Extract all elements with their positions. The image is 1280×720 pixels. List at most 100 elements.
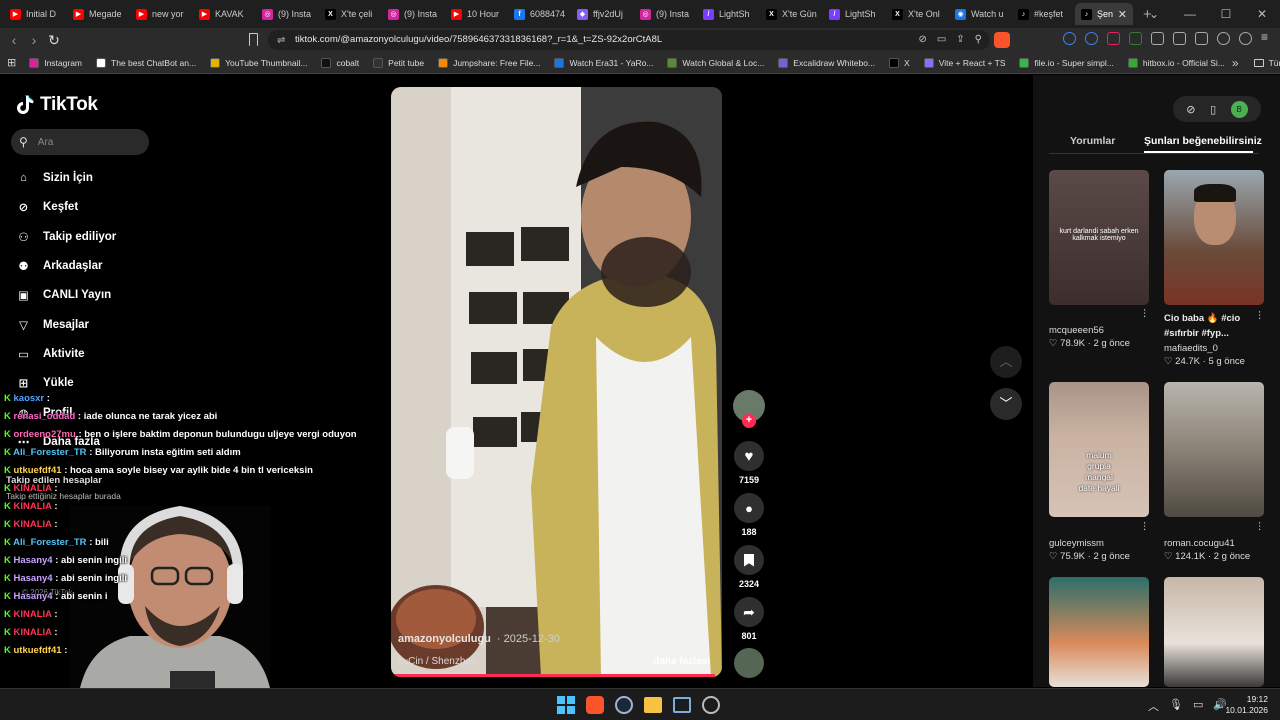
- sidebar-item-friends[interactable]: ⚉ Arkadaşlar: [15, 257, 102, 274]
- bookmark-item[interactable]: Watch Global & Loc...: [660, 57, 771, 68]
- bookmark-item[interactable]: Vite + React + TS: [917, 57, 1013, 68]
- bookmark-item[interactable]: Excalidraw Whitebo...: [771, 57, 882, 68]
- more-options-icon[interactable]: ⋮: [1140, 521, 1150, 532]
- browser-tab[interactable]: ▶ KAVAK: [193, 3, 256, 25]
- bookmark-item[interactable]: YouTube Thumbnail...: [203, 57, 314, 68]
- browser-tab[interactable]: ◆ ffjv2dUj: [571, 3, 634, 25]
- zoom-icon[interactable]: ⚲: [975, 30, 982, 50]
- browser-tab[interactable]: ◉ Watch u: [949, 3, 1012, 25]
- creator-avatar-button[interactable]: +: [733, 390, 765, 428]
- tiktok-logo[interactable]: TikTok: [16, 94, 98, 116]
- video-location[interactable]: CNÇin / Shenzhen: [398, 656, 477, 667]
- video-progress-bar[interactable]: [391, 674, 716, 677]
- save-button[interactable]: 2324: [733, 545, 765, 589]
- obs-icon[interactable]: [702, 696, 720, 714]
- bookmark-item[interactable]: The best ChatBot an...: [89, 57, 203, 68]
- profile-avatar[interactable]: B: [1230, 100, 1248, 118]
- minimize-button[interactable]: —: [1172, 7, 1208, 21]
- bookmark-item[interactable]: file.io - Super simpl...: [1012, 57, 1120, 68]
- browser-tab[interactable]: ♪ Şen ✕: [1075, 3, 1133, 25]
- share-icon[interactable]: ⇪: [956, 30, 964, 50]
- steam-icon[interactable]: [615, 696, 633, 714]
- browser-tab[interactable]: X X'te çeli: [319, 3, 382, 25]
- browser-tab[interactable]: ▶ 10 Hour: [445, 3, 508, 25]
- all-bookmarks-folder[interactable]: Tüm Yer İşaretleri: [1247, 58, 1280, 68]
- bookmark-item[interactable]: Jumpshare: Free File...: [431, 57, 547, 68]
- more-options-icon[interactable]: ⋮: [1255, 521, 1265, 532]
- address-bar[interactable]: ⇌ tiktok.com/@amazonyolculugu/video/7589…: [268, 30, 1010, 51]
- extension-icon[interactable]: [1129, 32, 1142, 45]
- bookmark-item[interactable]: hitbox.io - Official Si...: [1121, 57, 1232, 68]
- next-video-button[interactable]: ﹀: [990, 388, 1022, 420]
- suggestion-author[interactable]: roman.cocugu41: [1164, 538, 1235, 549]
- sidebar-item-compass[interactable]: ⊘ Keşfet: [15, 198, 78, 215]
- brave-shield-icon[interactable]: [994, 32, 1010, 48]
- back-button[interactable]: ‹: [4, 32, 24, 48]
- suggestion-thumbnail[interactable]: [1164, 577, 1264, 687]
- browser-tab[interactable]: f 6088474: [508, 3, 571, 25]
- browser-tab[interactable]: ◎ (9) Insta: [256, 3, 319, 25]
- suggestion-thumbnail[interactable]: [1164, 382, 1264, 517]
- suggestion-author[interactable]: gulceymissm: [1049, 538, 1104, 549]
- more-bookmarks-icon[interactable]: »: [1232, 56, 1239, 70]
- bookmark-item[interactable]: Watch Era31 - YaRo...: [547, 57, 660, 68]
- bookmark-item[interactable]: cobalt: [314, 57, 366, 68]
- sidebar-item-home[interactable]: ⌂ Sizin İçin: [15, 169, 93, 186]
- browser-tab[interactable]: ◎ (9) Insta: [634, 3, 697, 25]
- tab-comments[interactable]: Yorumlar: [1070, 135, 1115, 147]
- browser-tab[interactable]: X X'te Gün: [760, 3, 823, 25]
- media-icon[interactable]: [1217, 32, 1230, 45]
- menu-icon[interactable]: ≡: [1261, 31, 1274, 45]
- sidebar-item-messages[interactable]: ▽ Mesajlar: [15, 316, 89, 333]
- start-icon[interactable]: [557, 696, 575, 714]
- more-link[interactable]: daha fazlası: [653, 656, 710, 667]
- suggestion-title[interactable]: Cio baba 🔥 #cio #sıfırbir #fyp...: [1164, 311, 1254, 341]
- chevron-up-icon[interactable]: ︿: [1148, 698, 1159, 714]
- apps-grid-icon[interactable]: ⊞: [7, 56, 16, 69]
- browser-tab[interactable]: ♪ #keşfet: [1012, 3, 1075, 25]
- reload-button[interactable]: ↻: [44, 32, 64, 49]
- browser-tab[interactable]: ◎ (9) Insta: [382, 3, 445, 25]
- downloads-icon[interactable]: [1195, 32, 1208, 45]
- browser-tab[interactable]: ▶ new yor: [130, 3, 193, 25]
- browser-tab[interactable]: X X'te Onl: [886, 3, 949, 25]
- tab-suggestions[interactable]: Şunları beğenebilirsiniz: [1144, 135, 1262, 147]
- suggestion-thumbnail[interactable]: [1164, 170, 1264, 305]
- photos-icon[interactable]: [673, 697, 691, 713]
- bookmark-icon[interactable]: [249, 33, 258, 46]
- extensions-puzzle-icon[interactable]: [1151, 32, 1164, 45]
- brave-browser-icon[interactable]: [586, 696, 604, 714]
- bookmark-item[interactable]: Petit tube: [366, 57, 431, 68]
- suggestion-thumbnail[interactable]: [1049, 577, 1149, 687]
- video-author[interactable]: amazonyolculugu · 2025-12-30: [398, 633, 560, 645]
- share-button[interactable]: ➦ 801: [733, 597, 765, 641]
- network-icon[interactable]: ▭: [1193, 698, 1203, 714]
- suggestion-author[interactable]: mafiaedits_0: [1164, 343, 1218, 354]
- translate-icon[interactable]: ⊘: [918, 30, 926, 50]
- close-tab-icon[interactable]: ✕: [1118, 8, 1127, 21]
- sidebar-item-live[interactable]: ▣ CANLI Yayın: [15, 286, 111, 303]
- bookmark-item[interactable]: X: [882, 57, 917, 68]
- microphone-icon[interactable]: 🎙: [1169, 698, 1183, 714]
- search-input[interactable]: ⚲ Ara: [11, 129, 149, 155]
- more-options-icon[interactable]: ⋮: [1255, 310, 1265, 321]
- sidebar-item-following[interactable]: ⚇ Takip ediliyor: [15, 228, 116, 245]
- close-window-button[interactable]: ✕: [1244, 7, 1280, 21]
- browser-tab[interactable]: / LightSh: [697, 3, 760, 25]
- tab-search-icon[interactable]: ⌄: [1136, 7, 1172, 21]
- follow-plus-icon[interactable]: +: [742, 414, 756, 428]
- browser-tab[interactable]: / LightSh: [823, 3, 886, 25]
- file-explorer-icon[interactable]: [644, 697, 662, 713]
- maximize-button[interactable]: ☐: [1208, 7, 1244, 21]
- browser-tab[interactable]: ▶ Megade: [67, 3, 130, 25]
- taskbar-clock[interactable]: 19:12 10.01.2026: [1225, 694, 1268, 716]
- sidebar-item-upload[interactable]: ⊞ Yükle: [15, 374, 74, 391]
- video-author-name[interactable]: amazonyolculugu: [398, 633, 491, 645]
- phone-icon[interactable]: ▯: [1210, 103, 1216, 116]
- suggestion-author[interactable]: mcqueeen56: [1049, 325, 1104, 336]
- sound-disc-button[interactable]: [733, 648, 765, 678]
- extension-icon[interactable]: [1085, 32, 1098, 45]
- more-options-icon[interactable]: ⋮: [1140, 308, 1150, 319]
- site-info-icon[interactable]: ⇌: [277, 31, 285, 51]
- previous-video-button[interactable]: ︿: [990, 346, 1022, 378]
